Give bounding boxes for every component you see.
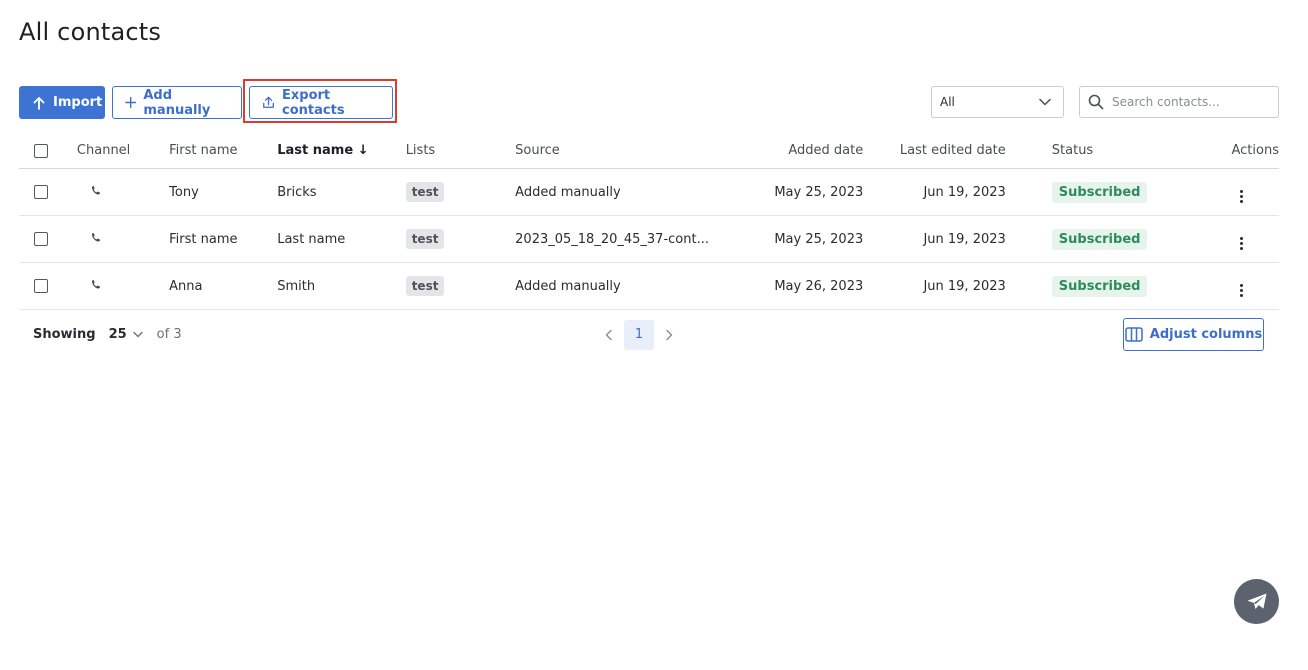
row-checkbox[interactable] — [34, 279, 48, 293]
columns-icon — [1125, 327, 1143, 342]
list-filter-value: All — [940, 95, 955, 109]
showing-label: Showing — [33, 327, 96, 342]
add-manually-button[interactable]: Add manually — [112, 86, 242, 119]
edited-date-cell: Jun 19, 2023 — [863, 215, 1006, 263]
row-checkbox[interactable] — [34, 185, 48, 199]
add-manually-label: Add manually — [143, 87, 211, 118]
header-status[interactable]: Status — [1005, 133, 1148, 169]
adjust-columns-button[interactable]: Adjust columns — [1123, 318, 1264, 351]
table-row[interactable]: Tony Bricks test Added manually May 25, … — [19, 168, 1279, 216]
status-badge: Subscribed — [1051, 275, 1148, 297]
first-name-cell: Tony — [169, 168, 278, 216]
plus-icon — [125, 96, 137, 109]
chevron-down-icon[interactable] — [133, 331, 143, 338]
list-tag[interactable]: test — [405, 229, 445, 249]
header-first-name[interactable]: First name — [169, 133, 278, 169]
phone-icon — [91, 185, 100, 194]
header-source[interactable]: Source — [515, 133, 709, 169]
list-filter-select[interactable]: All — [931, 86, 1064, 118]
pagination: 1 — [604, 318, 674, 351]
adjust-columns-label: Adjust columns — [1149, 327, 1263, 342]
first-name-cell: First name — [169, 215, 278, 263]
status-badge: Subscribed — [1051, 181, 1148, 203]
contacts-table: Channel First name Last name ↓ Lists Sou… — [19, 133, 1279, 310]
sort-arrow-icon: ↓ — [357, 143, 369, 158]
chevron-down-icon — [1039, 98, 1051, 106]
last-name-cell: Bricks — [277, 168, 406, 216]
page-1-button[interactable]: 1 — [624, 319, 654, 350]
chat-launcher-button[interactable] — [1234, 579, 1279, 624]
added-date-cell: May 25, 2023 — [708, 215, 864, 263]
last-name-cell: Smith — [277, 262, 406, 310]
export-highlight-box — [243, 79, 397, 123]
search-box[interactable] — [1079, 86, 1279, 118]
first-name-cell: Anna — [169, 262, 278, 310]
header-added-date[interactable]: Added date — [708, 133, 864, 169]
header-channel[interactable]: Channel — [61, 133, 170, 169]
list-tag[interactable]: test — [405, 276, 445, 296]
phone-icon — [91, 279, 100, 288]
source-cell: 2023_05_18_20_45_37-cont... — [515, 215, 709, 263]
list-tag[interactable]: test — [405, 182, 445, 202]
chevron-right-icon[interactable] — [664, 329, 674, 341]
search-icon — [1088, 94, 1104, 110]
chevron-left-icon[interactable] — [604, 329, 614, 341]
table-header-row: Channel First name Last name ↓ Lists Sou… — [19, 133, 1279, 169]
source-cell: Added manually — [515, 262, 709, 310]
total-count: of 3 — [156, 327, 182, 342]
edited-date-cell: Jun 19, 2023 — [863, 168, 1006, 216]
row-checkbox[interactable] — [34, 232, 48, 246]
page-title: All contacts — [19, 18, 162, 46]
header-last-edited-date[interactable]: Last edited date — [863, 133, 1006, 169]
header-actions: Actions — [1147, 133, 1279, 169]
phone-icon — [91, 232, 100, 241]
header-lists[interactable]: Lists — [405, 133, 516, 169]
select-all-checkbox[interactable] — [34, 143, 48, 158]
status-badge: Subscribed — [1051, 228, 1148, 250]
arrow-up-icon — [33, 96, 45, 110]
header-last-name[interactable]: Last name ↓ — [277, 133, 406, 169]
page-size-control: Showing 25 of 3 — [33, 318, 182, 351]
table-row[interactable]: First name Last name test 2023_05_18_20_… — [19, 215, 1279, 263]
row-actions-kebab-icon[interactable] — [1240, 236, 1243, 250]
import-button[interactable]: Import — [19, 86, 105, 119]
row-actions-kebab-icon[interactable] — [1240, 283, 1243, 297]
added-date-cell: May 25, 2023 — [708, 168, 864, 216]
import-button-label: Import — [53, 95, 103, 110]
source-cell: Added manually — [515, 168, 709, 216]
table-footer: Showing 25 of 3 1 Adjust columns — [19, 318, 1264, 351]
search-input[interactable] — [1112, 95, 1262, 109]
send-icon — [1247, 593, 1266, 609]
edited-date-cell: Jun 19, 2023 — [863, 262, 1006, 310]
row-actions-kebab-icon[interactable] — [1240, 189, 1243, 203]
added-date-cell: May 26, 2023 — [708, 262, 864, 310]
header-last-name-label: Last name — [277, 143, 354, 158]
table-row[interactable]: Anna Smith test Added manually May 26, 2… — [19, 262, 1279, 310]
page-size-select[interactable]: 25 — [109, 327, 127, 342]
last-name-cell: Last name — [277, 215, 406, 263]
